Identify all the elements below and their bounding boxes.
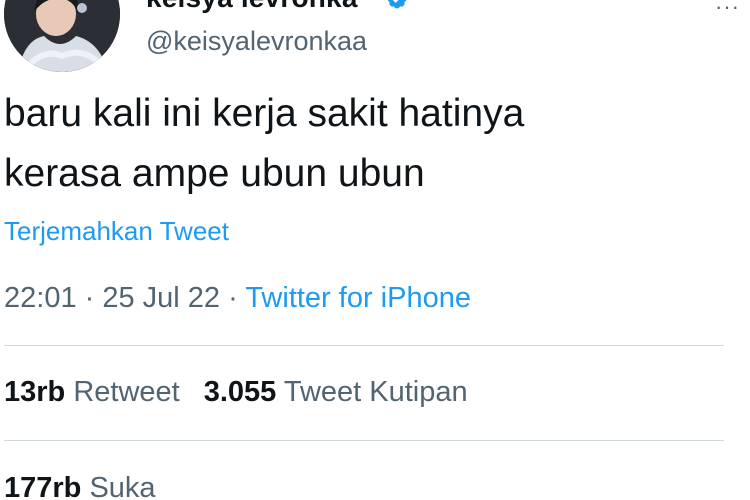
tweet-text-line: kerasa ampe ubun ubun <box>4 152 425 195</box>
quote-tweets-label: Tweet Kutipan <box>283 376 468 408</box>
likes-count: 177rb <box>4 472 82 500</box>
divider <box>4 440 724 441</box>
translate-tweet-link[interactable]: Terjemahkan Tweet <box>4 216 229 247</box>
retweets-stat[interactable]: 13rb Retweet <box>4 376 180 408</box>
tweet-text-line: baru kali ini kerja sakit hatinya <box>4 92 525 135</box>
more-options-icon[interactable]: ··· <box>715 0 740 20</box>
divider <box>4 345 724 346</box>
tweet-metadata: 22:01 · 25 Jul 22 · Twitter for iPhone <box>4 282 471 315</box>
quote-tweets-stat[interactable]: 3.055 Tweet Kutipan <box>204 376 468 408</box>
likes-stats-row: 177rb Suka <box>4 472 156 500</box>
likes-stat[interactable]: 177rb Suka <box>4 472 156 500</box>
meta-separator: · <box>76 282 103 314</box>
tweet-detail: keisya levronka ··· @keisyalevronkaa bar… <box>0 0 750 500</box>
tweet-date[interactable]: 25 Jul 22 <box>102 282 220 314</box>
retweets-count: 13rb <box>4 376 66 408</box>
avatar[interactable] <box>4 0 120 72</box>
avatar-photo <box>4 0 120 72</box>
meta-separator: · <box>220 282 246 314</box>
verified-badge-icon <box>387 0 407 9</box>
display-name[interactable]: keisya levronka <box>146 0 358 14</box>
engagement-stats-row: 13rb Retweet 3.055 Tweet Kutipan <box>4 376 468 409</box>
retweets-label: Retweet <box>73 376 180 408</box>
tweet-source-link[interactable]: Twitter for iPhone <box>245 282 471 314</box>
quote-tweets-count: 3.055 <box>203 376 277 408</box>
tweet-time[interactable]: 22:01 <box>4 282 77 314</box>
likes-label: Suka <box>89 472 156 500</box>
tweet-text: baru kali ini kerja sakit hatinya kerasa… <box>4 84 724 204</box>
user-handle[interactable]: @keisyalevronkaa <box>146 26 367 57</box>
